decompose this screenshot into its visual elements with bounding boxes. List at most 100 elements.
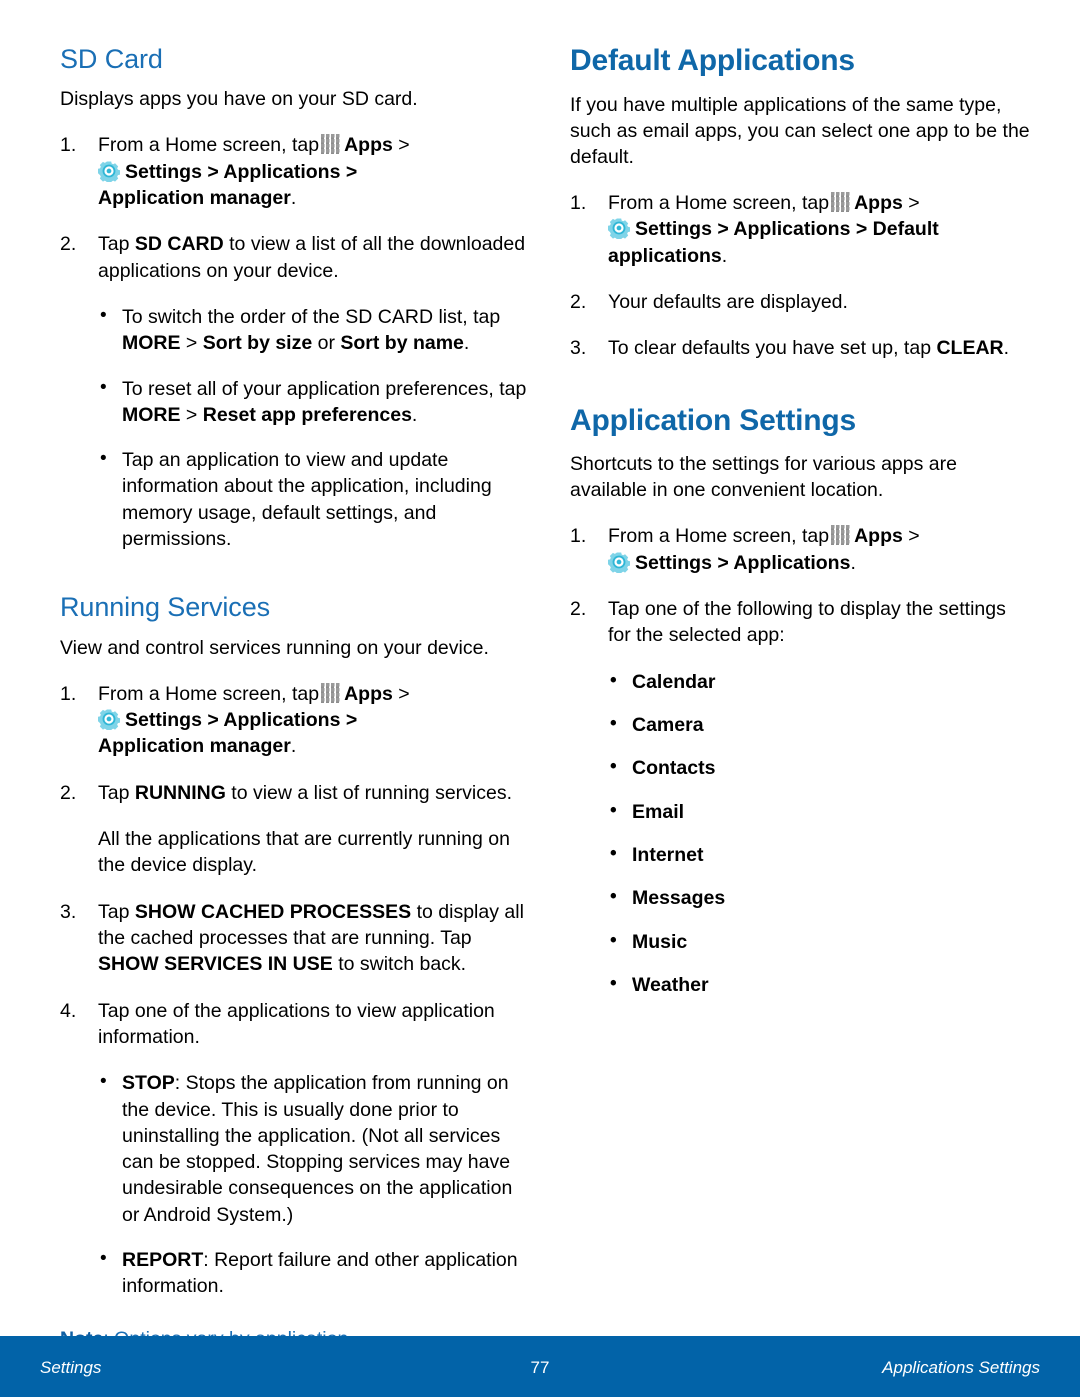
- application-settings-steps: From a Home screen, tap Apps > Settings >…: [570, 523, 1030, 648]
- apps-label: Apps: [344, 134, 393, 157]
- running-services-bullet-report: REPORT: Report failure and other applica…: [98, 1246, 528, 1300]
- step-lead-text: From a Home screen, tap: [98, 134, 320, 157]
- step2-bold: RUNNING: [134, 781, 226, 804]
- app-list-item-contacts: Contacts: [608, 754, 1030, 781]
- running-services-step-2: Tap RUNNING to view a list of running se…: [60, 780, 528, 807]
- settings-path-bold: Settings > Applications >: [125, 160, 358, 183]
- default-applications-intro: If you have multiple applications of the…: [570, 93, 1030, 168]
- bullet-bold-more: MORE: [122, 332, 181, 355]
- bullet-text: : Stops the application from running on …: [122, 1072, 513, 1226]
- app-list-item-internet: Internet: [608, 841, 1030, 868]
- app-list-item-messages: Messages: [608, 884, 1030, 911]
- left-column: SD Card Displays apps you have on your S…: [60, 44, 528, 1352]
- settings-path-bold: Settings > Applications: [635, 551, 851, 574]
- bullet-bold-sort-size: Sort by size: [202, 332, 313, 355]
- bullet-bold-report: REPORT: [122, 1249, 204, 1272]
- settings-gear-icon: [98, 708, 120, 731]
- step-lead-text: From a Home screen, tap: [98, 682, 320, 705]
- step3-bold-show-services: SHOW SERVICES IN USE: [98, 953, 333, 976]
- running-services-step-3: Tap SHOW CACHED PROCESSES to display all…: [60, 899, 528, 978]
- path-separator: >: [908, 191, 920, 214]
- running-services-bullets: STOP: Stops the application from running…: [60, 1069, 528, 1300]
- apps-label: Apps: [344, 682, 393, 705]
- step2-pre: Tap: [98, 233, 130, 256]
- step2-pre: Tap: [98, 781, 130, 804]
- sd-card-bullet-reset: To reset all of your application prefere…: [98, 375, 528, 429]
- settings-gear-icon: [98, 160, 120, 182]
- sd-card-steps: From a Home screen, tap Apps > Settings >…: [60, 132, 528, 284]
- step2-bold: SD CARD: [134, 233, 224, 256]
- page-footer: Settings 77 Applications Settings: [0, 1336, 1080, 1397]
- settings-path-bold: Settings > Applications > Default: [635, 218, 939, 241]
- running-services-step2-note: All the applications that are currently …: [98, 828, 510, 877]
- default-applications-step-3: To clear defaults you have set up, tap C…: [570, 335, 1030, 362]
- bullet-pre: To reset all of your application prefere…: [122, 377, 527, 400]
- application-settings-step-2: Tap one of the following to display the …: [570, 596, 1006, 647]
- sd-card-step-2: Tap SD CARD to view a list of all the do…: [60, 231, 528, 284]
- step2-post: to view a list of running services.: [231, 781, 512, 804]
- path-separator: >: [398, 682, 410, 705]
- sd-card-bullet-sort: To switch the order of the SD CARD list,…: [98, 303, 528, 357]
- period: .: [290, 735, 297, 758]
- bullet-bold-more: MORE: [122, 403, 181, 426]
- app-list-item-calendar: Calendar: [608, 668, 1030, 695]
- period: .: [850, 551, 856, 574]
- step3-period: .: [1003, 337, 1010, 360]
- bullet-bold-reset: Reset app preferences: [202, 403, 412, 426]
- sd-card-intro: Displays apps you have on your SD card.: [60, 88, 418, 111]
- default-applications-steps: From a Home screen, tap Apps > Settings >…: [570, 190, 1030, 362]
- running-services-step-1: From a Home screen, tap Apps > Settings >…: [60, 681, 528, 760]
- bullet-sep: >: [185, 332, 198, 355]
- bullet-or: or: [317, 332, 335, 355]
- apps-grid-icon: [321, 134, 342, 155]
- bullet-period: .: [463, 332, 470, 355]
- section-heading-application-settings: Application Settings: [570, 403, 857, 437]
- settings-gear-icon: [608, 551, 630, 573]
- running-services-steps: From a Home screen, tap Apps > Settings >…: [60, 681, 528, 807]
- bullet-pre: To switch the order of the SD CARD list,…: [122, 305, 501, 328]
- application-settings-intro: Shortcuts to the settings for various ap…: [570, 453, 957, 502]
- step3-pre: Tap: [98, 900, 130, 923]
- path-separator: >: [908, 525, 920, 548]
- running-services-bullet-stop: STOP: Stops the application from running…: [98, 1069, 528, 1228]
- running-services-steps-cont: Tap SHOW CACHED PROCESSES to display all…: [60, 899, 528, 1051]
- footer-content: Settings 77 Applications Settings: [0, 1356, 1080, 1380]
- section-heading-sd-card: SD Card: [60, 44, 163, 74]
- step-lead-text: From a Home screen, tap: [608, 525, 830, 548]
- apps-grid-icon: [831, 191, 852, 212]
- app-list-item-weather: Weather: [608, 971, 1030, 998]
- section-heading-running-services: Running Services: [60, 592, 271, 623]
- apps-grid-icon: [321, 682, 342, 703]
- apps-grid-icon: [831, 525, 852, 546]
- footer-section-label: Applications Settings: [882, 1358, 1040, 1377]
- app-list-item-music: Music: [608, 927, 1030, 955]
- right-column: Default Applications If you have multipl…: [570, 44, 1030, 1018]
- bullet-sep: >: [185, 403, 198, 426]
- sd-card-step-1: From a Home screen, tap Apps > Settings >…: [60, 132, 528, 211]
- period: .: [290, 186, 297, 209]
- settings-path-tail: Application manager: [98, 735, 291, 758]
- settings-gear-icon: [608, 217, 630, 240]
- sd-card-bullet-tap-app: Tap an application to view and update in…: [98, 446, 528, 552]
- section-heading-default-applications: Default Applications: [570, 44, 855, 77]
- running-services-intro: View and control services running on you…: [60, 636, 489, 659]
- application-settings-app-list: Calendar Camera Contacts Email Internet …: [570, 668, 1030, 999]
- path-separator: >: [398, 134, 410, 157]
- app-list-item-email: Email: [608, 798, 1030, 825]
- sd-card-bullets: To switch the order of the SD CARD list,…: [60, 303, 528, 553]
- period: .: [721, 244, 728, 267]
- bullet-period: .: [411, 403, 418, 426]
- default-applications-step-1: From a Home screen, tap Apps > Settings >…: [570, 190, 1030, 269]
- running-services-step-4: Tap one of the applications to view appl…: [60, 998, 495, 1048]
- step3-post: to switch back.: [338, 953, 467, 976]
- step-lead-text: From a Home screen, tap: [608, 191, 830, 214]
- bullet-bold-stop: STOP: [122, 1072, 175, 1095]
- settings-path-bold: Settings > Applications >: [125, 709, 358, 732]
- settings-path-tail: Application manager: [98, 186, 291, 209]
- apps-label: Apps: [854, 525, 903, 548]
- document-page: SD Card Displays apps you have on your S…: [0, 0, 1080, 1397]
- settings-path-tail: applications: [608, 244, 722, 267]
- bullet-bold-sort-name: Sort by name: [340, 332, 464, 355]
- application-settings-step-1: From a Home screen, tap Apps > Settings >…: [570, 523, 1030, 576]
- step3-bold-show-cached: SHOW CACHED PROCESSES: [134, 900, 412, 923]
